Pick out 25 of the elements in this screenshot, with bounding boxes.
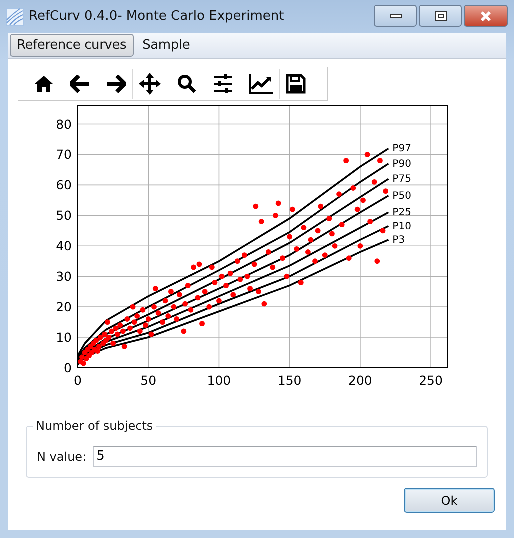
y-tick-label: 60 xyxy=(56,178,72,193)
x-tick-label: 50 xyxy=(140,373,157,388)
y-tick-label: 50 xyxy=(56,208,72,224)
curve-label: P25 xyxy=(392,208,412,219)
y-tick-label: 70 xyxy=(56,147,72,162)
y-tick-label: 40 xyxy=(56,238,72,254)
curve-label: P90 xyxy=(392,158,412,170)
x-tick-label: 250 xyxy=(419,373,443,388)
group-title: Number of subjects xyxy=(33,419,156,433)
x-tick-label: 200 xyxy=(348,373,372,388)
curve-label: P50 xyxy=(392,190,412,202)
curve-label: P3 xyxy=(392,235,406,246)
y-tick-label: 10 xyxy=(56,330,72,346)
y-tick-label: 30 xyxy=(56,269,72,284)
curve-label: P97 xyxy=(392,144,412,155)
y-tick-label: 20 xyxy=(56,300,72,315)
window-title: RefCurv 0.4.0- Monte Carlo Experiment xyxy=(29,9,286,24)
curve-label: P75 xyxy=(392,174,412,186)
y-tick-label: 80 xyxy=(56,116,72,132)
curve-label: P10 xyxy=(392,221,412,232)
x-tick-label: 150 xyxy=(278,373,302,388)
y-tick-label: 0 xyxy=(64,360,72,376)
x-tick-label: 0 xyxy=(74,373,82,388)
field-label: N value: xyxy=(37,450,87,464)
x-tick-label: 100 xyxy=(207,373,232,388)
